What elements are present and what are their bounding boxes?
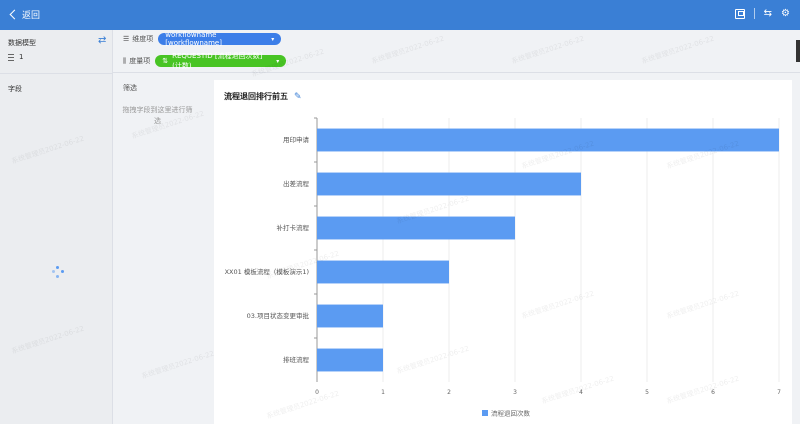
x-tick-label: 4: [579, 389, 583, 396]
x-tick-label: 7: [777, 389, 781, 396]
chevron-down-icon: ▾: [276, 57, 280, 65]
toolbar-icons: ⇆ ⚙: [734, 8, 790, 19]
y-category-label: 补打卡流程: [277, 223, 310, 232]
y-category-label: 03.项目状态变更审批: [247, 311, 310, 320]
watermark-text: 系统管理员2022-06-22: [510, 34, 586, 66]
y-category-label: 出差流程: [283, 179, 310, 188]
bar[interactable]: [317, 128, 779, 152]
y-category-label: 用印申请: [283, 135, 310, 144]
bars-icon: ⫼: [123, 56, 127, 65]
dimension-pill[interactable]: workflowname [workflowname] ▾: [158, 31, 282, 47]
x-tick-label: 6: [711, 389, 715, 396]
measure-pill[interactable]: ⇅ REQUESTID [流程退回次数] (计数) ▾: [155, 52, 287, 70]
measure-label: ⫼ 度量项: [123, 56, 151, 66]
switch-icon[interactable]: ⇆: [764, 8, 772, 19]
divider: [113, 72, 800, 73]
model-item[interactable]: 1: [8, 53, 23, 61]
back-label: 返回: [22, 11, 41, 21]
data-model-title: 数据模型: [8, 39, 36, 47]
edge-tab: [796, 40, 800, 62]
measure-row: ⫼ 度量项 ⇅ REQUESTID [流程退回次数] (计数) ▾: [123, 52, 287, 70]
data-model-panel: 数据模型 ⇄ 1 字段: [0, 30, 113, 424]
y-category-label: 排班流程: [283, 355, 310, 364]
bar[interactable]: [317, 172, 581, 196]
toolbar-divider: [753, 8, 755, 19]
fields-title: 字段: [8, 85, 22, 93]
legend-label[interactable]: 流程退回次数: [491, 409, 531, 418]
model-item-label: 1: [19, 53, 24, 61]
measure-pill-label: REQUESTID [流程退回次数] (计数): [172, 52, 263, 70]
x-tick-label: 2: [447, 389, 451, 396]
bar-chart: 0 1 2 3 4 5 6 7 用印申请出差流程补打卡流程 XX01 模板流程（模板演示1) 03.…: [225, 117, 781, 418]
bar[interactable]: [317, 304, 383, 328]
bar[interactable]: [317, 216, 515, 240]
save-icon[interactable]: [734, 8, 745, 19]
legend-swatch: [482, 410, 488, 416]
y-category-label: XX01 模板流程（模板演示1): [225, 267, 309, 276]
dimension-row: ☰ 维度项 workflowname [workflowname] ▾: [123, 31, 282, 47]
table-icon: [8, 53, 14, 61]
divider: [0, 73, 113, 74]
filter-title: 筛选: [123, 84, 137, 92]
filter-drop-zone[interactable]: 拖拽字段到这里进行筛选: [121, 105, 194, 127]
chevron-down-icon: ▾: [271, 35, 275, 43]
x-tick-label: 3: [513, 389, 517, 396]
bar[interactable]: [317, 260, 449, 284]
x-tick-label: 0: [315, 389, 319, 396]
chart-card: 0 1 2 3 4 5 6 7 用印申请出差流程补打卡流程 XX01 模板流程（模板演示1) 03.…: [214, 80, 792, 424]
gear-icon[interactable]: ⚙: [781, 8, 790, 19]
edit-icon[interactable]: ✎: [294, 92, 302, 102]
top-bar: 返回 ⇆ ⚙: [0, 0, 800, 30]
switch-model-icon[interactable]: ⇄: [98, 35, 106, 46]
loading-spinner-icon: [52, 266, 64, 278]
x-tick-label: 5: [645, 389, 649, 396]
bar[interactable]: [317, 348, 383, 372]
watermark-text: 系统管理员2022-06-22: [640, 34, 716, 66]
x-tick-label: 1: [381, 389, 385, 396]
list-icon: ☰: [123, 35, 130, 43]
back-arrow-icon: [9, 9, 20, 20]
dimension-label: ☰ 维度项: [123, 35, 154, 43]
filter-panel: 筛选 拖拽字段到这里进行筛选: [113, 73, 202, 424]
dimension-pill-label: workflowname [workflowname]: [165, 31, 222, 47]
chart-title: 流程退回排行前五 ✎: [224, 91, 302, 102]
back-button[interactable]: 返回: [8, 8, 40, 21]
watermark-text: 系统管理员2022-06-22: [370, 34, 446, 66]
sort-icon: ⇅: [162, 57, 169, 65]
